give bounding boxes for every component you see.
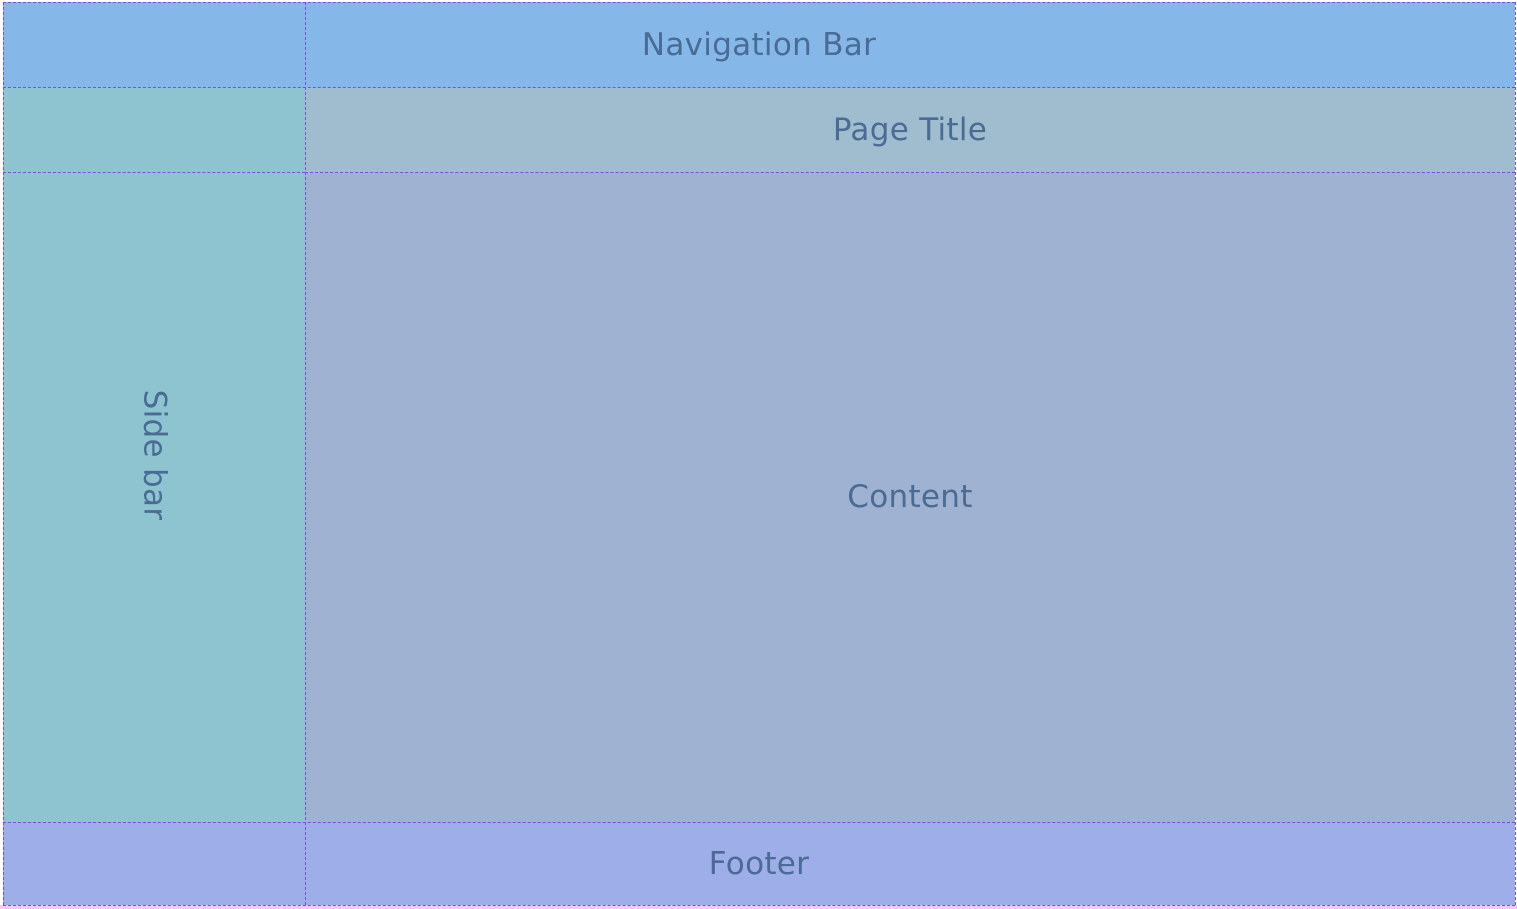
bottom-edge-strip bbox=[0, 905, 1517, 909]
content-region: Content bbox=[305, 172, 1515, 822]
layout-diagram: Navigation Bar Side bar Page Title Conte… bbox=[0, 0, 1517, 909]
grid-line-right bbox=[1515, 2, 1516, 905]
navigation-bar-label: Navigation Bar bbox=[641, 26, 877, 63]
page-title-region: Page Title bbox=[305, 87, 1515, 172]
content-label: Content bbox=[847, 479, 973, 515]
navigation-bar-region: Navigation Bar bbox=[3, 2, 1515, 87]
page-title-label: Page Title bbox=[832, 111, 988, 148]
sidebar-label: Side bar bbox=[136, 389, 172, 520]
footer-label: Footer bbox=[708, 845, 810, 882]
footer-region: Footer bbox=[3, 822, 1515, 905]
sidebar-region: Side bar bbox=[3, 87, 305, 822]
